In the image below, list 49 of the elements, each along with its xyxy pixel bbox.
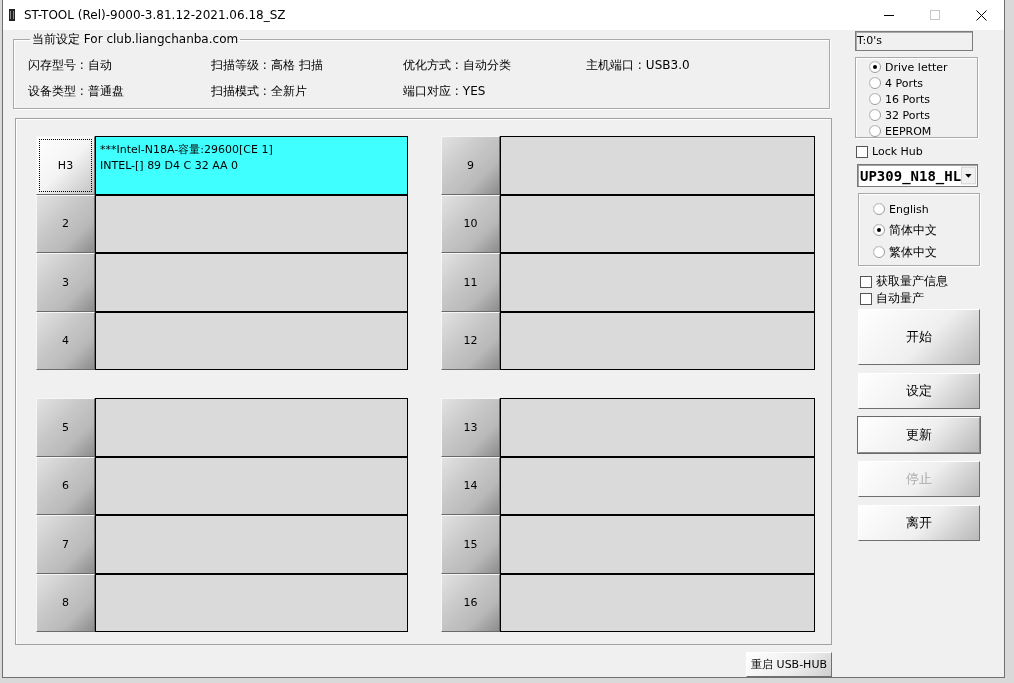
radio-option[interactable]: 4 Ports (869, 75, 924, 91)
checkbox-option[interactable]: Lock Hub (856, 145, 923, 158)
reset-hub-button[interactable]: 重启 USB-HUB (746, 652, 832, 677)
action-button[interactable]: 开始 (858, 309, 980, 365)
radio-option[interactable]: 32 Ports (869, 107, 931, 123)
minimize-icon (884, 14, 894, 16)
port-button[interactable]: 14 (441, 456, 500, 515)
setting-text: 设备类型 : 普通盘 (28, 82, 124, 100)
radio-option[interactable]: 简体中文 (873, 219, 937, 241)
port-button[interactable]: 2 (36, 194, 95, 253)
radio-option[interactable]: English (873, 199, 929, 219)
radio-option[interactable]: Drive letter (869, 59, 948, 75)
action-button[interactable]: 设定 (858, 373, 980, 409)
dropdown-caret-icon (961, 166, 976, 185)
setting-text: 闪存型号 : 自动 (28, 56, 112, 74)
port-button[interactable]: 15 (441, 515, 500, 574)
setting-text: 主机端口 : USB3.0 (586, 56, 690, 74)
port-button[interactable]: 5 (36, 398, 95, 457)
port-info-text: INTEL-[] 89 D4 C 32 AA 0 (100, 158, 239, 174)
setting-text: 扫描模式 : 全新片 (211, 82, 307, 100)
radio-option[interactable]: EEPROM (869, 123, 932, 139)
port-button[interactable]: 7 (36, 515, 95, 574)
checkbox-option[interactable]: 获取量产信息 (860, 273, 948, 290)
timer-field: T:0's (855, 31, 973, 51)
port-button[interactable]: 8 (36, 573, 95, 632)
memory-stick-icon (9, 9, 15, 21)
port-button[interactable]: 6 (36, 456, 95, 515)
hub-dropdown[interactable]: UP309_N18_HL (857, 164, 978, 187)
setting-text: 优化方式 : 自动分类 (403, 56, 511, 74)
port-button[interactable]: 4 (36, 311, 95, 370)
radio-option[interactable]: 16 Ports (869, 91, 931, 107)
port-button[interactable]: 11 (441, 253, 500, 312)
setting-text: 端口对应 : YES (403, 82, 486, 100)
port-button[interactable]: 3 (36, 253, 95, 312)
port-button[interactable]: 13 (441, 398, 500, 457)
port-button[interactable]: 9 (441, 136, 500, 195)
port-button[interactable]: 16 (441, 573, 500, 632)
group-title: 当前设定 For club.liangchanba.com (31, 31, 240, 48)
port-info-text: ***Intel-N18A-容量:29600[CE 1] (100, 142, 273, 158)
close-icon (975, 9, 987, 21)
radio-option[interactable]: 繁体中文 (873, 241, 937, 263)
port-button[interactable]: 12 (441, 311, 500, 370)
port-button[interactable]: H3 (36, 136, 95, 195)
window-title: ST-TOOL (Rel)-9000-3.81.12-2021.06.18_SZ (24, 8, 286, 22)
port-button[interactable]: 10 (441, 194, 500, 253)
checkbox-option[interactable]: 自动量产 (860, 290, 924, 307)
action-button[interactable]: 更新 (858, 417, 980, 453)
action-button[interactable]: 离开 (858, 505, 980, 541)
setting-text: 扫描等级 : 高格 扫描 (211, 56, 323, 74)
